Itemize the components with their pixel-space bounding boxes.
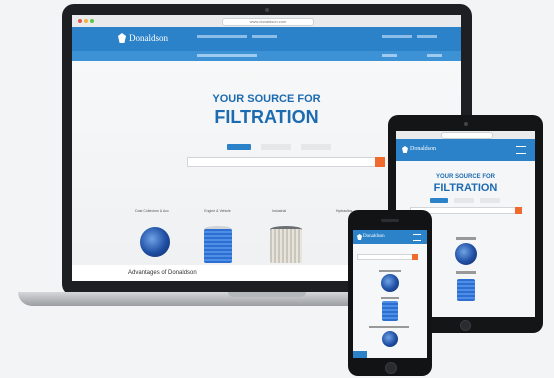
menu-icon[interactable] <box>516 146 526 154</box>
tablet-tab[interactable] <box>480 198 500 203</box>
phone-product-pump[interactable] <box>382 331 398 347</box>
tablet-product-pump[interactable] <box>455 243 477 265</box>
phone-home-button[interactable] <box>385 362 397 374</box>
tablet-header: Donaldson <box>396 139 535 161</box>
site-logo[interactable]: Donaldson <box>129 33 168 43</box>
header-link-right[interactable] <box>382 35 412 38</box>
tablet-address-bar[interactable] <box>441 132 493 139</box>
phone-search-button[interactable] <box>412 254 418 260</box>
search-button[interactable] <box>375 157 385 167</box>
search-input[interactable] <box>187 157 377 167</box>
tablet-camera <box>464 122 468 126</box>
nav-item[interactable] <box>382 54 397 57</box>
category-label[interactable]: Dust Collectors & Acc <box>122 209 182 213</box>
logo-icon <box>402 146 408 153</box>
header-link[interactable] <box>417 35 437 38</box>
logo-icon <box>357 234 362 240</box>
nav-item[interactable] <box>197 54 257 57</box>
header-link[interactable] <box>252 35 277 38</box>
tablet-logo[interactable]: Donaldson <box>410 146 436 152</box>
phone-footer-button[interactable] <box>353 351 367 358</box>
tablet-tab-active[interactable] <box>430 198 448 203</box>
hero-subtitle: YOUR SOURCE FOR <box>212 93 321 105</box>
phone-category-label[interactable] <box>379 270 401 272</box>
phone-screen: Donaldson <box>353 230 427 358</box>
tablet-category-label[interactable] <box>456 271 476 274</box>
advantages-heading: Advantages of Donaldson <box>128 270 197 276</box>
laptop-trackpad-notch <box>228 292 306 297</box>
phone-category-label[interactable] <box>381 297 399 299</box>
phone-product-pump[interactable] <box>381 274 399 292</box>
tablet-hero-title: FILTRATION <box>433 182 498 194</box>
category-label[interactable]: Industrial <box>254 209 304 213</box>
product-filter-image[interactable] <box>204 229 232 263</box>
close-dot-icon[interactable] <box>78 19 82 23</box>
tablet-hero-subtitle: YOUR SOURCE FOR <box>435 174 495 180</box>
tab[interactable] <box>261 144 291 150</box>
maximize-dot-icon[interactable] <box>90 19 94 23</box>
phone-header: Donaldson <box>353 230 427 244</box>
header-link-left[interactable] <box>197 35 247 38</box>
tablet-home-button[interactable] <box>460 320 471 331</box>
site-header: Donaldson <box>72 27 461 51</box>
phone-search-input[interactable] <box>357 254 413 260</box>
logo-icon <box>118 33 126 43</box>
tab[interactable] <box>301 144 331 150</box>
site-nav <box>72 51 461 61</box>
product-cartridge-image[interactable] <box>270 229 302 263</box>
tablet-search-button[interactable] <box>515 207 522 214</box>
minimize-dot-icon[interactable] <box>84 19 88 23</box>
tablet-product-filter[interactable] <box>457 279 475 301</box>
tablet-category-label[interactable] <box>456 237 476 240</box>
phone-product-filter[interactable] <box>382 301 398 321</box>
tablet-tab[interactable] <box>454 198 474 203</box>
menu-icon[interactable] <box>413 234 421 241</box>
phone-category-label[interactable] <box>369 326 409 328</box>
nav-item[interactable] <box>427 54 442 57</box>
phone-speaker <box>381 219 399 222</box>
tab-active[interactable] <box>227 144 251 150</box>
address-bar[interactable]: www.donaldson.com <box>222 18 314 26</box>
category-label[interactable]: Engine & Vehicle <box>190 209 245 213</box>
phone-logo[interactable]: Donaldson <box>363 234 385 239</box>
product-pump-image[interactable] <box>140 227 170 257</box>
laptop-camera <box>265 8 269 12</box>
